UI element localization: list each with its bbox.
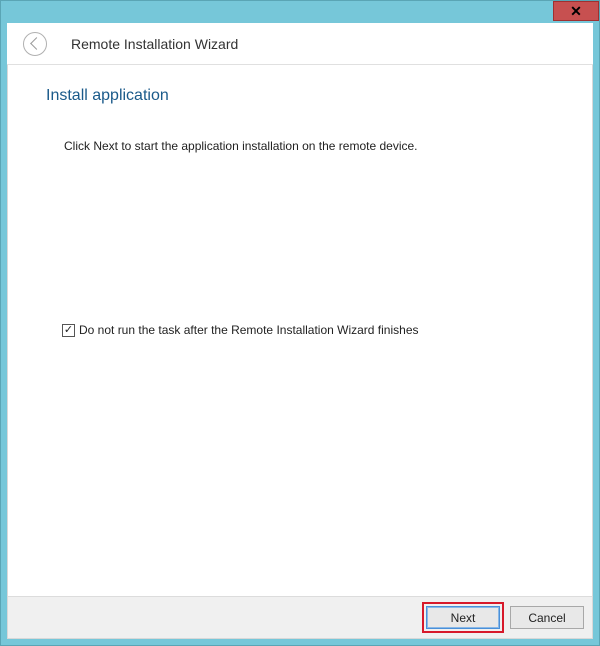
close-button[interactable]: ✕ (553, 1, 599, 21)
wizard-window: ✕ Remote Installation Wizard Install app… (0, 0, 600, 646)
do-not-run-checkbox[interactable]: ✓ (62, 324, 75, 337)
back-button[interactable] (23, 32, 47, 56)
checkbox-row: ✓ Do not run the task after the Remote I… (8, 323, 592, 337)
cancel-button[interactable]: Cancel (510, 606, 584, 629)
instruction-text: Click Next to start the application inst… (8, 105, 592, 153)
next-button-highlight: Next (422, 602, 504, 633)
button-bar: Next Cancel (8, 596, 592, 638)
header: Remote Installation Wizard (7, 23, 593, 65)
window-title: Remote Installation Wizard (71, 36, 238, 52)
page-heading: Install application (8, 65, 592, 105)
content-area: Install application Click Next to start … (7, 65, 593, 639)
next-button[interactable]: Next (426, 606, 500, 629)
back-arrow-icon (30, 37, 43, 50)
titlebar: ✕ (1, 1, 599, 23)
close-icon: ✕ (570, 4, 582, 18)
checkmark-icon: ✓ (64, 325, 73, 336)
checkbox-label: Do not run the task after the Remote Ins… (79, 323, 419, 337)
